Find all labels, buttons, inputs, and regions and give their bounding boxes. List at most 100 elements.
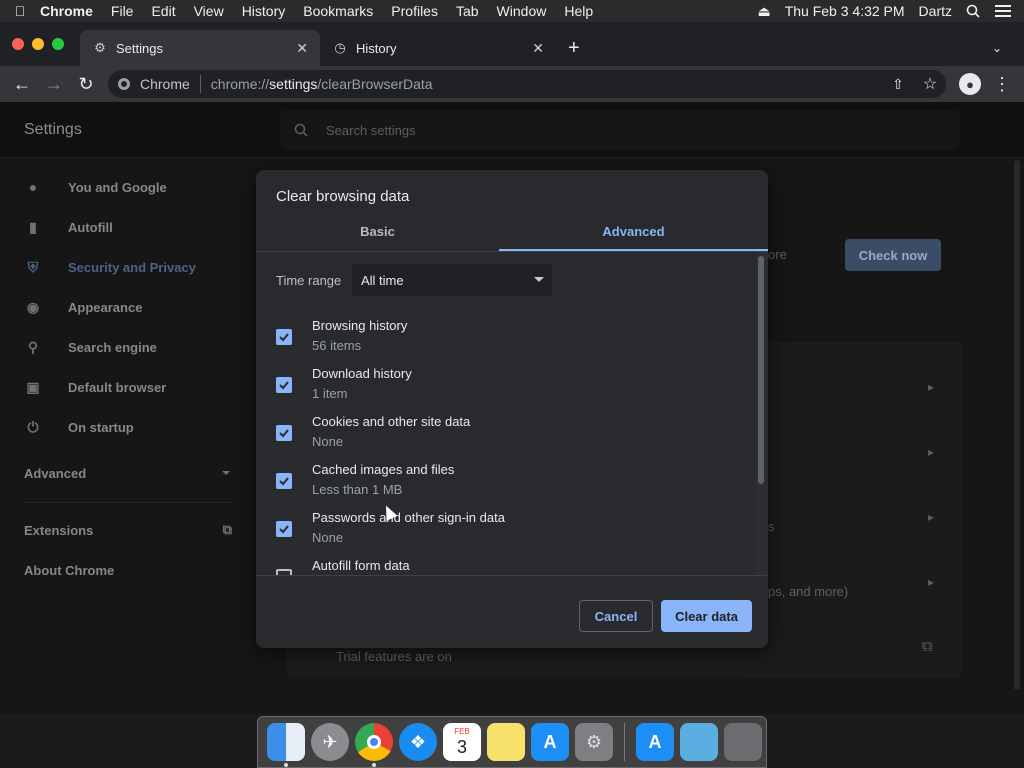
- zoom-window-button[interactable]: [52, 38, 64, 50]
- kebab-menu-icon[interactable]: ⋮: [990, 72, 1014, 96]
- sidebar-item-label: Security and Privacy: [68, 259, 196, 275]
- calendar-day: 3: [456, 737, 467, 757]
- chrome-chip[interactable]: Chrome: [108, 76, 190, 92]
- sidebar-item-about-chrome[interactable]: About Chrome: [24, 563, 114, 578]
- option-download-history[interactable]: Download history 1 item: [256, 362, 756, 410]
- tab-advanced[interactable]: Advanced: [499, 224, 768, 239]
- option-autofill-form-data[interactable]: Autofill form data: [256, 554, 756, 576]
- menu-window[interactable]: Window: [497, 3, 547, 19]
- finder-icon[interactable]: [267, 723, 305, 767]
- background-text-fragment: ore: [768, 247, 787, 262]
- menu-view[interactable]: View: [194, 3, 224, 19]
- option-browsing-history[interactable]: Browsing history 56 items: [256, 314, 756, 362]
- option-passwords[interactable]: Passwords and other sign-in data None: [256, 506, 756, 554]
- eject-icon[interactable]: ⏏: [757, 3, 770, 20]
- search-settings-input[interactable]: Search settings: [280, 110, 960, 150]
- chevron-right-icon[interactable]: ▸: [928, 445, 934, 459]
- back-arrow-icon[interactable]: ←: [10, 72, 34, 96]
- chevron-right-icon[interactable]: ▸: [928, 510, 934, 524]
- dock: ✈ ❖ FEB 3 A ⚙ A: [257, 716, 767, 768]
- menu-app-name[interactable]: Chrome: [40, 3, 93, 19]
- menu-tab[interactable]: Tab: [456, 3, 479, 19]
- sidebar-item-appearance[interactable]: ◉ Appearance: [24, 298, 143, 316]
- apple-icon[interactable]: : [0, 3, 40, 19]
- app-store-icon[interactable]: A: [531, 723, 569, 761]
- menu-extras: ⏏ Thu Feb 3 4:32 PM Dartz: [757, 0, 1012, 22]
- launchpad-rocket-icon[interactable]: ✈: [311, 723, 349, 761]
- profile-avatar[interactable]: ●: [958, 72, 982, 96]
- sidebar-item-label: Extensions: [24, 523, 94, 538]
- calendar-icon[interactable]: FEB 3: [443, 723, 481, 761]
- reload-icon[interactable]: ↻: [74, 72, 98, 96]
- chrome-logo-icon: [118, 78, 130, 90]
- option-cached-images[interactable]: Cached images and files Less than 1 MB: [256, 458, 756, 506]
- page-scrollbar[interactable]: [1014, 160, 1020, 690]
- sidebar-item-on-startup[interactable]: ⏻ On startup: [24, 418, 133, 436]
- trash-icon[interactable]: [724, 723, 762, 761]
- forward-arrow-icon[interactable]: →: [42, 72, 66, 96]
- external-link-icon: ⧉: [222, 522, 232, 537]
- spotlight-search-icon[interactable]: [966, 4, 980, 18]
- tab-history-title: History: [356, 40, 397, 56]
- control-center-icon[interactable]: [994, 4, 1012, 18]
- tab-settings[interactable]: ⚙ Settings ✕: [80, 30, 320, 66]
- menu-history[interactable]: History: [242, 3, 286, 19]
- safari-compass-icon[interactable]: ❖: [399, 723, 437, 761]
- tab-search-chevron-icon[interactable]: ⌄: [992, 30, 1012, 66]
- menu-file[interactable]: File: [111, 3, 134, 19]
- toolbar: ← → ↻ Chrome chrome://settings/clearBrow…: [0, 66, 1024, 102]
- tab-settings-title: Settings: [116, 40, 163, 56]
- system-preferences-gear-icon[interactable]: ⚙: [575, 723, 613, 761]
- downloads-folder-icon[interactable]: [680, 723, 718, 761]
- menu-bookmarks[interactable]: Bookmarks: [303, 3, 373, 19]
- close-window-button[interactable]: [12, 38, 24, 50]
- new-tab-button[interactable]: +: [568, 30, 592, 66]
- sidebar-item-search-engine[interactable]: ⚲ Search engine: [24, 338, 157, 356]
- checkbox-checked[interactable]: [276, 473, 292, 489]
- gear-icon: ⚙: [94, 40, 106, 55]
- palette-icon: ◉: [26, 298, 40, 315]
- checkbox-checked[interactable]: [276, 425, 292, 441]
- sidebar-item-label: Default browser: [68, 379, 167, 395]
- search-icon: ⚲: [27, 338, 39, 355]
- menu-datetime[interactable]: Thu Feb 3 4:32 PM: [785, 3, 905, 19]
- chrome-app-icon[interactable]: [355, 723, 393, 767]
- search-icon: [294, 123, 308, 137]
- close-tab-icon[interactable]: ✕: [296, 40, 308, 57]
- checkbox-checked[interactable]: [276, 329, 292, 345]
- dialog-scrollbar-thumb[interactable]: [758, 256, 764, 484]
- clear-data-button[interactable]: Clear data: [661, 600, 752, 632]
- close-tab-icon[interactable]: ✕: [532, 40, 544, 57]
- minimize-window-button[interactable]: [32, 38, 44, 50]
- external-link-icon[interactable]: ⧉: [922, 638, 933, 655]
- menu-user[interactable]: Dartz: [919, 3, 952, 19]
- sidebar-item-security-and-privacy[interactable]: ⛨ Security and Privacy: [24, 258, 196, 276]
- chevron-right-icon[interactable]: ▸: [928, 380, 934, 394]
- notes-icon[interactable]: [487, 723, 525, 761]
- check-now-button[interactable]: Check now: [845, 239, 941, 271]
- sidebar-item-you-and-google[interactable]: ● You and Google: [24, 178, 167, 196]
- share-icon[interactable]: ⇧: [886, 72, 910, 96]
- running-indicator: [284, 763, 288, 767]
- option-cookies[interactable]: Cookies and other site data None: [256, 410, 756, 458]
- sidebar-item-extensions[interactable]: Extensions ⧉: [24, 522, 232, 538]
- cancel-button[interactable]: Cancel: [579, 600, 653, 632]
- bookmark-star-icon[interactable]: ☆: [918, 72, 942, 96]
- checkbox-checked[interactable]: [276, 377, 292, 393]
- tab-history[interactable]: ◷ History ✕: [320, 30, 556, 66]
- menu-edit[interactable]: Edit: [151, 3, 175, 19]
- menu-profiles[interactable]: Profiles: [391, 3, 438, 19]
- option-sublabel: None: [312, 530, 344, 545]
- background-text-fragment: ps, and more): [768, 584, 849, 599]
- sidebar-item-advanced[interactable]: Advanced: [24, 466, 230, 481]
- page-title: Settings: [24, 121, 82, 138]
- menu-help[interactable]: Help: [564, 3, 593, 19]
- tab-basic[interactable]: Basic: [256, 224, 499, 239]
- app-store-folder-icon[interactable]: A: [636, 723, 674, 761]
- sidebar-item-autofill[interactable]: ▮ Autofill: [24, 218, 113, 236]
- chevron-right-icon[interactable]: ▸: [928, 575, 934, 589]
- running-indicator: [372, 763, 376, 767]
- sidebar-item-default-browser[interactable]: ▣ Default browser: [24, 378, 166, 396]
- address-bar[interactable]: Chrome chrome://settings/clearBrowserDat…: [108, 70, 946, 98]
- checkbox-checked[interactable]: [276, 521, 292, 537]
